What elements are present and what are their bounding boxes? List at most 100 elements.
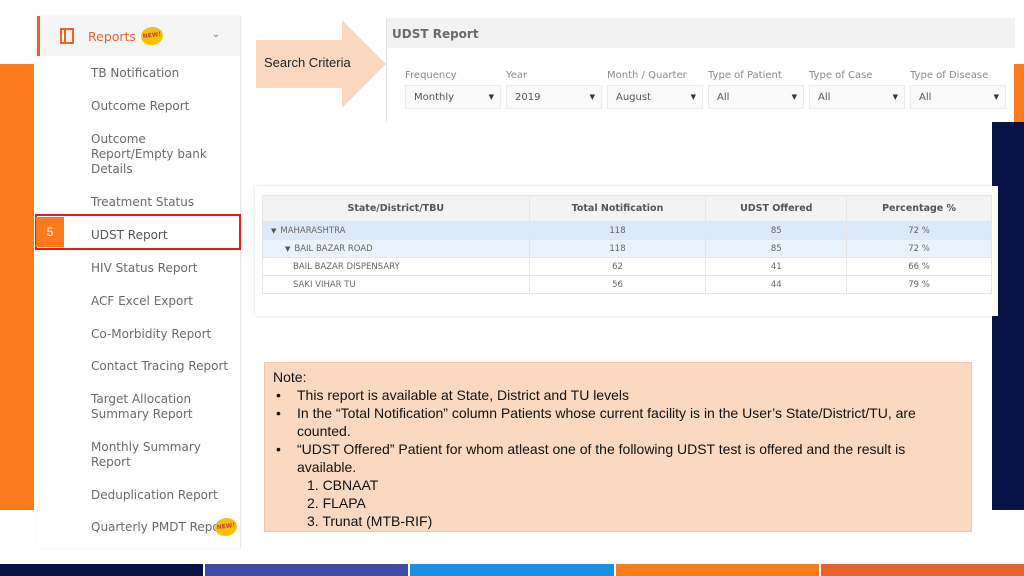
row-name-cell: ▼ MAHARASHTRA bbox=[262, 221, 530, 240]
sidebar-item-treatment-status[interactable]: Treatment Status bbox=[91, 195, 231, 210]
caret-down-icon: ▼ bbox=[993, 93, 999, 101]
column-header[interactable]: State/District/TBU bbox=[262, 195, 530, 222]
table-row[interactable]: ▼ MAHARASHTRA 118 85 72 % bbox=[262, 221, 992, 240]
sidebar-item-udst-report[interactable]: UDST Report bbox=[91, 228, 231, 243]
sidebar-item-co-morbidity[interactable]: Co-Morbidity Report bbox=[91, 327, 231, 342]
note-test-item: 3. Trunat (MTB-RIF) bbox=[307, 513, 433, 529]
type-of-patient-select[interactable]: All ▼ bbox=[708, 85, 804, 109]
filter-label: Type of Case bbox=[809, 70, 873, 81]
triangle-down-icon[interactable]: ▼ bbox=[271, 227, 276, 235]
bottom-color-strip bbox=[0, 564, 1024, 576]
strip-segment bbox=[205, 564, 411, 576]
note-bullet: • “UDST Offered” Patient for whom atleas… bbox=[273, 440, 963, 476]
select-value: All bbox=[717, 92, 730, 103]
select-value: August bbox=[616, 92, 651, 103]
row-name-cell: BAIL BAZAR DISPENSARY bbox=[262, 257, 530, 276]
strip-segment bbox=[615, 564, 821, 576]
caret-down-icon: ▼ bbox=[791, 93, 797, 101]
filter-label: Year bbox=[506, 70, 528, 81]
percentage-cell: 72 % bbox=[846, 239, 992, 258]
note-bullet: • In the “Total Notification” column Pat… bbox=[273, 404, 963, 440]
strip-segment bbox=[0, 564, 206, 576]
offered-cell: 41 bbox=[705, 257, 848, 276]
sidebar-header-title: Reports bbox=[88, 28, 136, 44]
total-cell: 56 bbox=[528, 275, 707, 294]
type-of-disease-select[interactable]: All ▼ bbox=[910, 85, 1006, 109]
filter-label: Type of Disease bbox=[910, 70, 989, 81]
note-bullet-text: This report is available at State, Distr… bbox=[297, 387, 629, 403]
sidebar-item-tb-notification[interactable]: TB Notification bbox=[91, 66, 231, 81]
note-bullet-text: “UDST Offered” Patient for whom atleast … bbox=[297, 441, 906, 475]
sidebar-item-hiv-status[interactable]: HIV Status Report bbox=[91, 261, 231, 276]
sidebar-item-outcome-empty-bank[interactable]: Outcome Report/Empty bank Details bbox=[91, 132, 231, 177]
row-name-cell: SAKI VIHAR TU bbox=[262, 275, 530, 294]
row-name-cell: ▼ BAIL BAZAR ROAD bbox=[262, 239, 530, 258]
strip-segment bbox=[410, 564, 616, 576]
step-number-badge: 5 bbox=[36, 217, 64, 247]
sidebar-item-acf-excel-export[interactable]: ACF Excel Export bbox=[91, 294, 231, 309]
offered-cell: 85 bbox=[705, 239, 848, 258]
month-quarter-select[interactable]: August ▼ bbox=[607, 85, 703, 109]
year-select[interactable]: 2019 ▼ bbox=[506, 85, 602, 109]
udst-results-table-card: State/District/TBU Total Notification UD… bbox=[255, 186, 998, 316]
note-bullet: • This report is available at State, Dis… bbox=[273, 386, 963, 404]
bullet-char: • bbox=[276, 387, 281, 403]
sidebar-item-outcome-report[interactable]: Outcome Report bbox=[91, 99, 231, 114]
sidebar-item-contact-tracing[interactable]: Contact Tracing Report bbox=[91, 359, 236, 374]
total-cell: 118 bbox=[528, 221, 707, 240]
row-name: BAIL BAZAR ROAD bbox=[294, 243, 373, 254]
bullet-char: • bbox=[276, 405, 281, 421]
sidebar-header-reports[interactable]: Reports NEW! ⌄ bbox=[37, 16, 240, 56]
percentage-cell: 79 % bbox=[846, 275, 992, 294]
filter-label: Type of Patient bbox=[708, 70, 782, 81]
table-row[interactable]: ▼ BAIL BAZAR ROAD 118 85 72 % bbox=[262, 239, 992, 258]
select-value: 2019 bbox=[515, 92, 541, 103]
filter-type-of-disease: Type of Disease All ▼ bbox=[910, 70, 1006, 109]
sidebar-item-deduplication[interactable]: Deduplication Report bbox=[91, 488, 231, 503]
triangle-down-icon[interactable]: ▼ bbox=[285, 245, 290, 253]
offered-cell: 85 bbox=[705, 221, 848, 240]
note-box: Note: • This report is available at Stat… bbox=[264, 362, 972, 532]
bullet-char: • bbox=[276, 441, 281, 457]
search-criteria-callout: Search Criteria bbox=[256, 20, 386, 108]
frequency-select[interactable]: Monthly ▼ bbox=[405, 85, 501, 109]
note-test-item: 1. CBNAAT bbox=[307, 477, 379, 493]
table-row[interactable]: SAKI VIHAR TU 56 44 79 % bbox=[262, 275, 992, 294]
note-test-item: 2. FLAPA bbox=[307, 495, 366, 511]
caret-down-icon: ▼ bbox=[690, 93, 696, 101]
note-bullet-text: In the “Total Notification” column Patie… bbox=[297, 405, 916, 439]
filter-year: Year 2019 ▼ bbox=[506, 70, 602, 109]
caret-down-icon: ▼ bbox=[488, 93, 494, 101]
callout-label: Search Criteria bbox=[264, 55, 351, 70]
column-header[interactable]: UDST Offered bbox=[705, 195, 848, 222]
total-cell: 62 bbox=[528, 257, 707, 276]
column-header[interactable]: Total Notification bbox=[528, 195, 707, 222]
left-accent-bar bbox=[0, 64, 34, 510]
caret-down-icon: ▼ bbox=[892, 93, 898, 101]
column-header[interactable]: Percentage % bbox=[846, 195, 992, 222]
row-name: MAHARASHTRA bbox=[280, 225, 346, 236]
offered-cell: 44 bbox=[705, 275, 848, 294]
select-value: All bbox=[919, 92, 932, 103]
filter-frequency: Frequency Monthly ▼ bbox=[405, 70, 501, 109]
sidebar-item-target-allocation[interactable]: Target Allocation Summary Report bbox=[91, 392, 201, 422]
filter-type-of-case: Type of Case All ▼ bbox=[809, 70, 905, 109]
chevron-down-icon[interactable]: ⌄ bbox=[212, 29, 220, 40]
percentage-cell: 72 % bbox=[846, 221, 992, 240]
select-value: Monthly bbox=[414, 92, 455, 103]
strip-segment bbox=[820, 564, 1024, 576]
sidebar-item-quarterly-pmdt[interactable]: Quarterly PMDT Report bbox=[91, 520, 221, 535]
type-of-case-select[interactable]: All ▼ bbox=[809, 85, 905, 109]
select-value: All bbox=[818, 92, 831, 103]
table-row[interactable]: BAIL BAZAR DISPENSARY 62 41 66 % bbox=[262, 257, 992, 276]
udst-report-panel: UDST Report Frequency Monthly ▼ Year 201… bbox=[386, 18, 1015, 122]
filter-type-of-patient: Type of Patient All ▼ bbox=[708, 70, 804, 109]
report-title: UDST Report bbox=[387, 18, 1015, 48]
total-cell: 118 bbox=[528, 239, 707, 258]
percentage-cell: 66 % bbox=[846, 257, 992, 276]
right-accent-bar-navy bbox=[992, 122, 1024, 510]
sidebar-item-monthly-summary[interactable]: Monthly Summary Report bbox=[91, 440, 203, 470]
filter-month-quarter: Month / Quarter August ▼ bbox=[607, 70, 703, 109]
udst-results-table: State/District/TBU Total Notification UD… bbox=[262, 195, 992, 294]
caret-down-icon: ▼ bbox=[589, 93, 595, 101]
